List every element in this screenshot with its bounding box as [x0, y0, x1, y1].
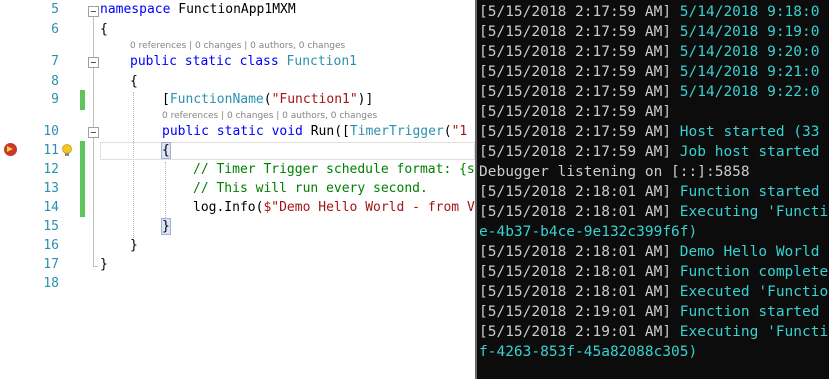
console-line: [5/15/2018 2:17:59 AM] 5/14/2018 9:20:0: [479, 44, 820, 60]
code-line-6[interactable]: {: [100, 20, 108, 40]
lightbulb-icon[interactable]: [61, 144, 73, 158]
line-number: 17: [43, 257, 59, 272]
console-line: [5/15/2018 2:17:59 AM] 5/14/2018 9:19:0: [479, 24, 820, 40]
line-number: 7: [51, 54, 59, 69]
code-line-16[interactable]: }: [130, 236, 138, 256]
code-line-5[interactable]: namespace FunctionApp1MXM: [100, 0, 296, 20]
code-line-15[interactable]: }: [161, 217, 171, 237]
console-line: f-4263-853f-45a82088c305): [479, 344, 698, 360]
console-line: [5/15/2018 2:17:59 AM] 5/14/2018 9:21:0: [479, 64, 820, 80]
console-line: [5/15/2018 2:18:01 AM] Executed 'Functio: [479, 284, 829, 300]
console-line: [5/15/2018 2:17:59 AM]: [479, 104, 672, 120]
line-number: 10: [43, 124, 59, 139]
line-number: 12: [43, 162, 59, 177]
line-number: 8: [51, 74, 59, 89]
console-line: [5/15/2018 2:18:01 AM] Demo Hello World: [479, 244, 820, 260]
line-number: 16: [43, 238, 59, 253]
code-line-10[interactable]: public static void Run([TimerTrigger("1 …: [162, 122, 475, 142]
console-line: [5/15/2018 2:17:59 AM] 5/14/2018 9:22:0: [479, 84, 820, 100]
fold-guide-end: [93, 266, 98, 267]
line-number: 6: [51, 22, 59, 37]
console-line: [5/15/2018 2:17:59 AM] Host started (33: [479, 124, 820, 140]
collapse-class-toggle[interactable]: [88, 57, 99, 68]
console-line: Debugger listening on [::]:5858: [479, 164, 750, 180]
console-line: [5/15/2018 2:19:01 AM] Function started: [479, 304, 820, 320]
code-line-11[interactable]: {: [161, 141, 171, 161]
console-line: [5/15/2018 2:18:01 AM] Function complete: [479, 264, 829, 280]
console-line: [5/15/2018 2:17:59 AM] 5/14/2018 9:18:0: [479, 4, 820, 20]
changed-line-marker: [80, 141, 85, 217]
codelens-class[interactable]: 0 references | 0 changes | 0 authors, 0 …: [130, 40, 345, 52]
indent-guide: [165, 162, 166, 218]
line-number: 18: [43, 276, 59, 291]
breakpoint-current-statement-icon[interactable]: [4, 143, 17, 156]
line-number: 9: [51, 92, 59, 107]
console-window[interactable]: [5/15/2018 2:17:59 AM] 5/14/2018 9:18:0 …: [475, 0, 829, 379]
code-line-12[interactable]: // Timer Trigger schedule format: {se: [193, 160, 475, 180]
console-line: [5/15/2018 2:17:59 AM] Job host started: [479, 144, 820, 160]
line-number: 15: [43, 219, 59, 234]
console-line: [5/15/2018 2:19:01 AM] Executing 'Functi: [479, 324, 829, 340]
code-line-13[interactable]: // This will run every second.: [193, 179, 428, 199]
line-number: 13: [43, 181, 59, 196]
code-line-14[interactable]: log.Info($"Demo Hello World - from Vi: [193, 198, 475, 218]
console-line: e-4b37-b4ce-9e132c399f6f): [479, 224, 698, 240]
line-number: 11: [43, 143, 59, 158]
code-line-7[interactable]: public static class Function1: [130, 52, 357, 72]
code-line-17[interactable]: }: [100, 255, 108, 275]
console-line: [5/15/2018 2:18:01 AM] Function started: [479, 184, 820, 200]
breakpoint-gutter[interactable]: [0, 0, 22, 379]
collapse-method-toggle[interactable]: [88, 127, 99, 138]
console-line: [5/15/2018 2:18:01 AM] Executing 'Functi: [479, 204, 829, 220]
codelens-method[interactable]: 0 references | 0 changes | 0 authors, 0 …: [162, 110, 377, 122]
code-line-8[interactable]: {: [130, 72, 138, 92]
line-number: 14: [43, 200, 59, 215]
changed-line-marker: [80, 90, 85, 110]
current-line-highlight: [100, 142, 475, 160]
code-editor[interactable]: 5 6 7 8 9 10 11 12 13 14 15 16 17 18 nam…: [0, 0, 475, 379]
fold-guide: [93, 17, 94, 266]
indent-guide: [133, 92, 134, 240]
code-line-9[interactable]: [FunctionName("Function1")]: [162, 90, 373, 110]
collapse-namespace-toggle[interactable]: [88, 6, 99, 17]
line-number: 5: [51, 2, 59, 17]
